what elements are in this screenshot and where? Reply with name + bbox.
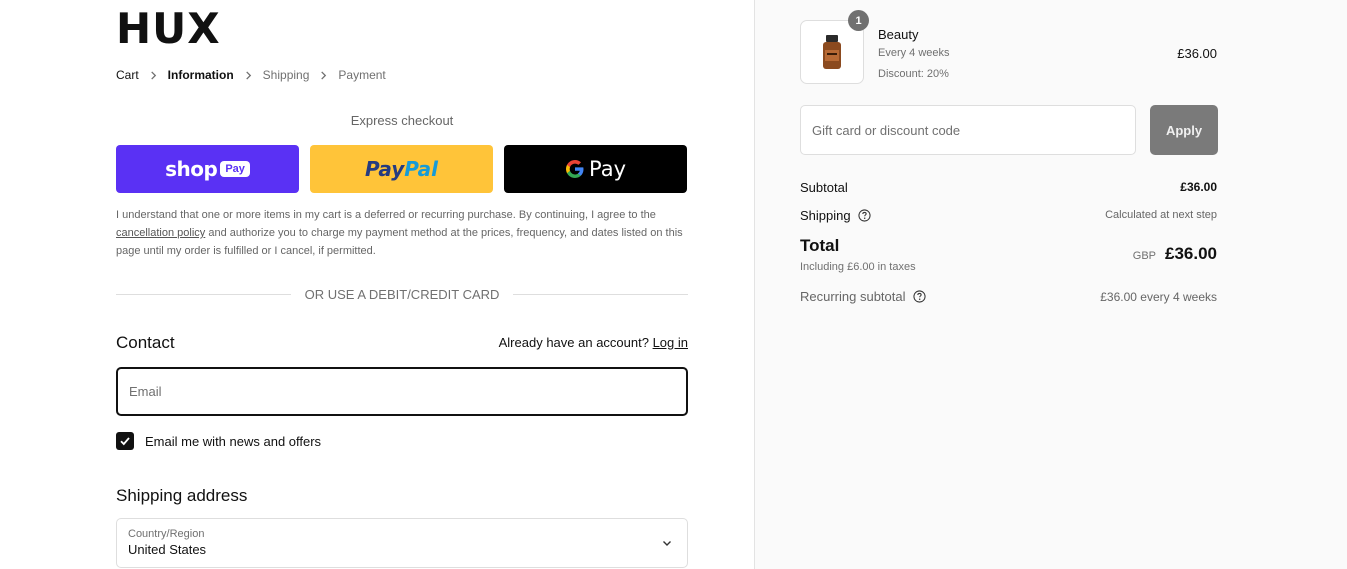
breadcrumb-shipping: Shipping	[262, 68, 310, 82]
product-frequency: Every 4 weeks	[878, 47, 950, 59]
google-g-icon	[565, 159, 585, 179]
question-circle-icon[interactable]	[912, 290, 926, 303]
breadcrumb-payment: Payment	[338, 68, 386, 82]
disclaimer-text-before: I understand that one or more items in m…	[116, 209, 656, 221]
total-value-row: GBP £36.00	[1133, 244, 1217, 264]
newsletter-option[interactable]: Email me with news and offers	[116, 432, 321, 450]
country-region-select[interactable]: Country/Region United States	[116, 518, 688, 568]
apply-discount-button[interactable]: Apply	[1150, 105, 1218, 155]
taxes-note: Including £6.00 in taxes	[800, 261, 916, 273]
shipping-row: Shipping	[800, 208, 871, 223]
divider-line-right	[513, 294, 689, 295]
shipping-label: Shipping	[800, 208, 851, 223]
account-prompt: Already have an account? Log in	[499, 335, 688, 350]
google-pay-logo-word: Pay	[588, 157, 627, 181]
shipping-address-heading: Shipping address	[116, 486, 248, 505]
country-region-value: United States	[128, 542, 207, 557]
shop-pay-logo-word: shop	[165, 157, 218, 181]
account-prompt-text: Already have an account?	[498, 335, 649, 350]
total-amount: £36.00	[1165, 244, 1217, 263]
contact-heading: Contact	[116, 333, 175, 352]
breadcrumb-information: Information	[167, 68, 234, 82]
country-region-label: Country/Region	[128, 528, 205, 540]
login-link[interactable]: Log in	[653, 335, 688, 350]
divider-line-left	[116, 294, 291, 295]
quantity-badge: 1	[848, 10, 869, 31]
breadcrumb: Cart Information Shipping Payment	[116, 68, 386, 82]
total-label: Total	[800, 236, 840, 255]
email-input[interactable]	[116, 367, 688, 416]
chevron-right-icon	[244, 70, 253, 80]
product-name: Beauty	[878, 27, 919, 42]
checkmark-icon	[120, 437, 130, 446]
shop-pay-logo-badge: Pay	[220, 161, 250, 177]
paypal-button[interactable]: Pay Pal	[310, 145, 493, 193]
breadcrumb-cart[interactable]: Cart	[116, 68, 139, 82]
recurring-subtotal-value: £36.00 every 4 weeks	[1100, 290, 1217, 304]
product-bottle-image	[823, 35, 841, 69]
google-pay-button[interactable]: Pay	[504, 145, 687, 193]
chevron-down-icon	[663, 541, 671, 546]
chevron-right-icon	[149, 70, 158, 80]
checkout-main-panel: HUX Cart Information Shipping Payment Ex…	[0, 0, 754, 569]
paypal-logo-part1: Pay	[364, 157, 405, 181]
recurring-purchase-disclaimer: I understand that one or more items in m…	[116, 206, 691, 260]
subtotal-label: Subtotal	[800, 180, 848, 195]
newsletter-checkbox[interactable]	[116, 432, 134, 450]
shipping-value: Calculated at next step	[1105, 209, 1217, 221]
cancellation-policy-link[interactable]: cancellation policy	[116, 227, 205, 239]
product-discount: Discount: 20%	[878, 68, 949, 80]
question-circle-icon[interactable]	[858, 209, 871, 222]
product-price: £36.00	[1177, 46, 1217, 61]
order-summary-panel: 1 Beauty Every 4 weeks Discount: 20% £36…	[754, 0, 1347, 569]
recurring-subtotal-label: Recurring subtotal	[800, 289, 906, 304]
payment-divider: OR USE A DEBIT/CREDIT CARD	[116, 287, 689, 302]
discount-code-input[interactable]	[800, 105, 1136, 155]
brand-logo[interactable]: HUX	[116, 8, 221, 50]
express-checkout-title: Express checkout	[350, 113, 454, 128]
newsletter-label: Email me with news and offers	[145, 433, 322, 449]
shop-pay-button[interactable]: shop Pay	[116, 145, 299, 193]
brand-logo-text: HUX	[116, 4, 221, 53]
divider-text: OR USE A DEBIT/CREDIT CARD	[304, 287, 500, 302]
chevron-right-icon	[319, 70, 328, 80]
currency-code: GBP	[1132, 250, 1156, 262]
subtotal-value: £36.00	[1180, 180, 1217, 194]
paypal-logo-part2: Pal	[404, 157, 439, 181]
recurring-subtotal-row: Recurring subtotal	[800, 289, 926, 304]
